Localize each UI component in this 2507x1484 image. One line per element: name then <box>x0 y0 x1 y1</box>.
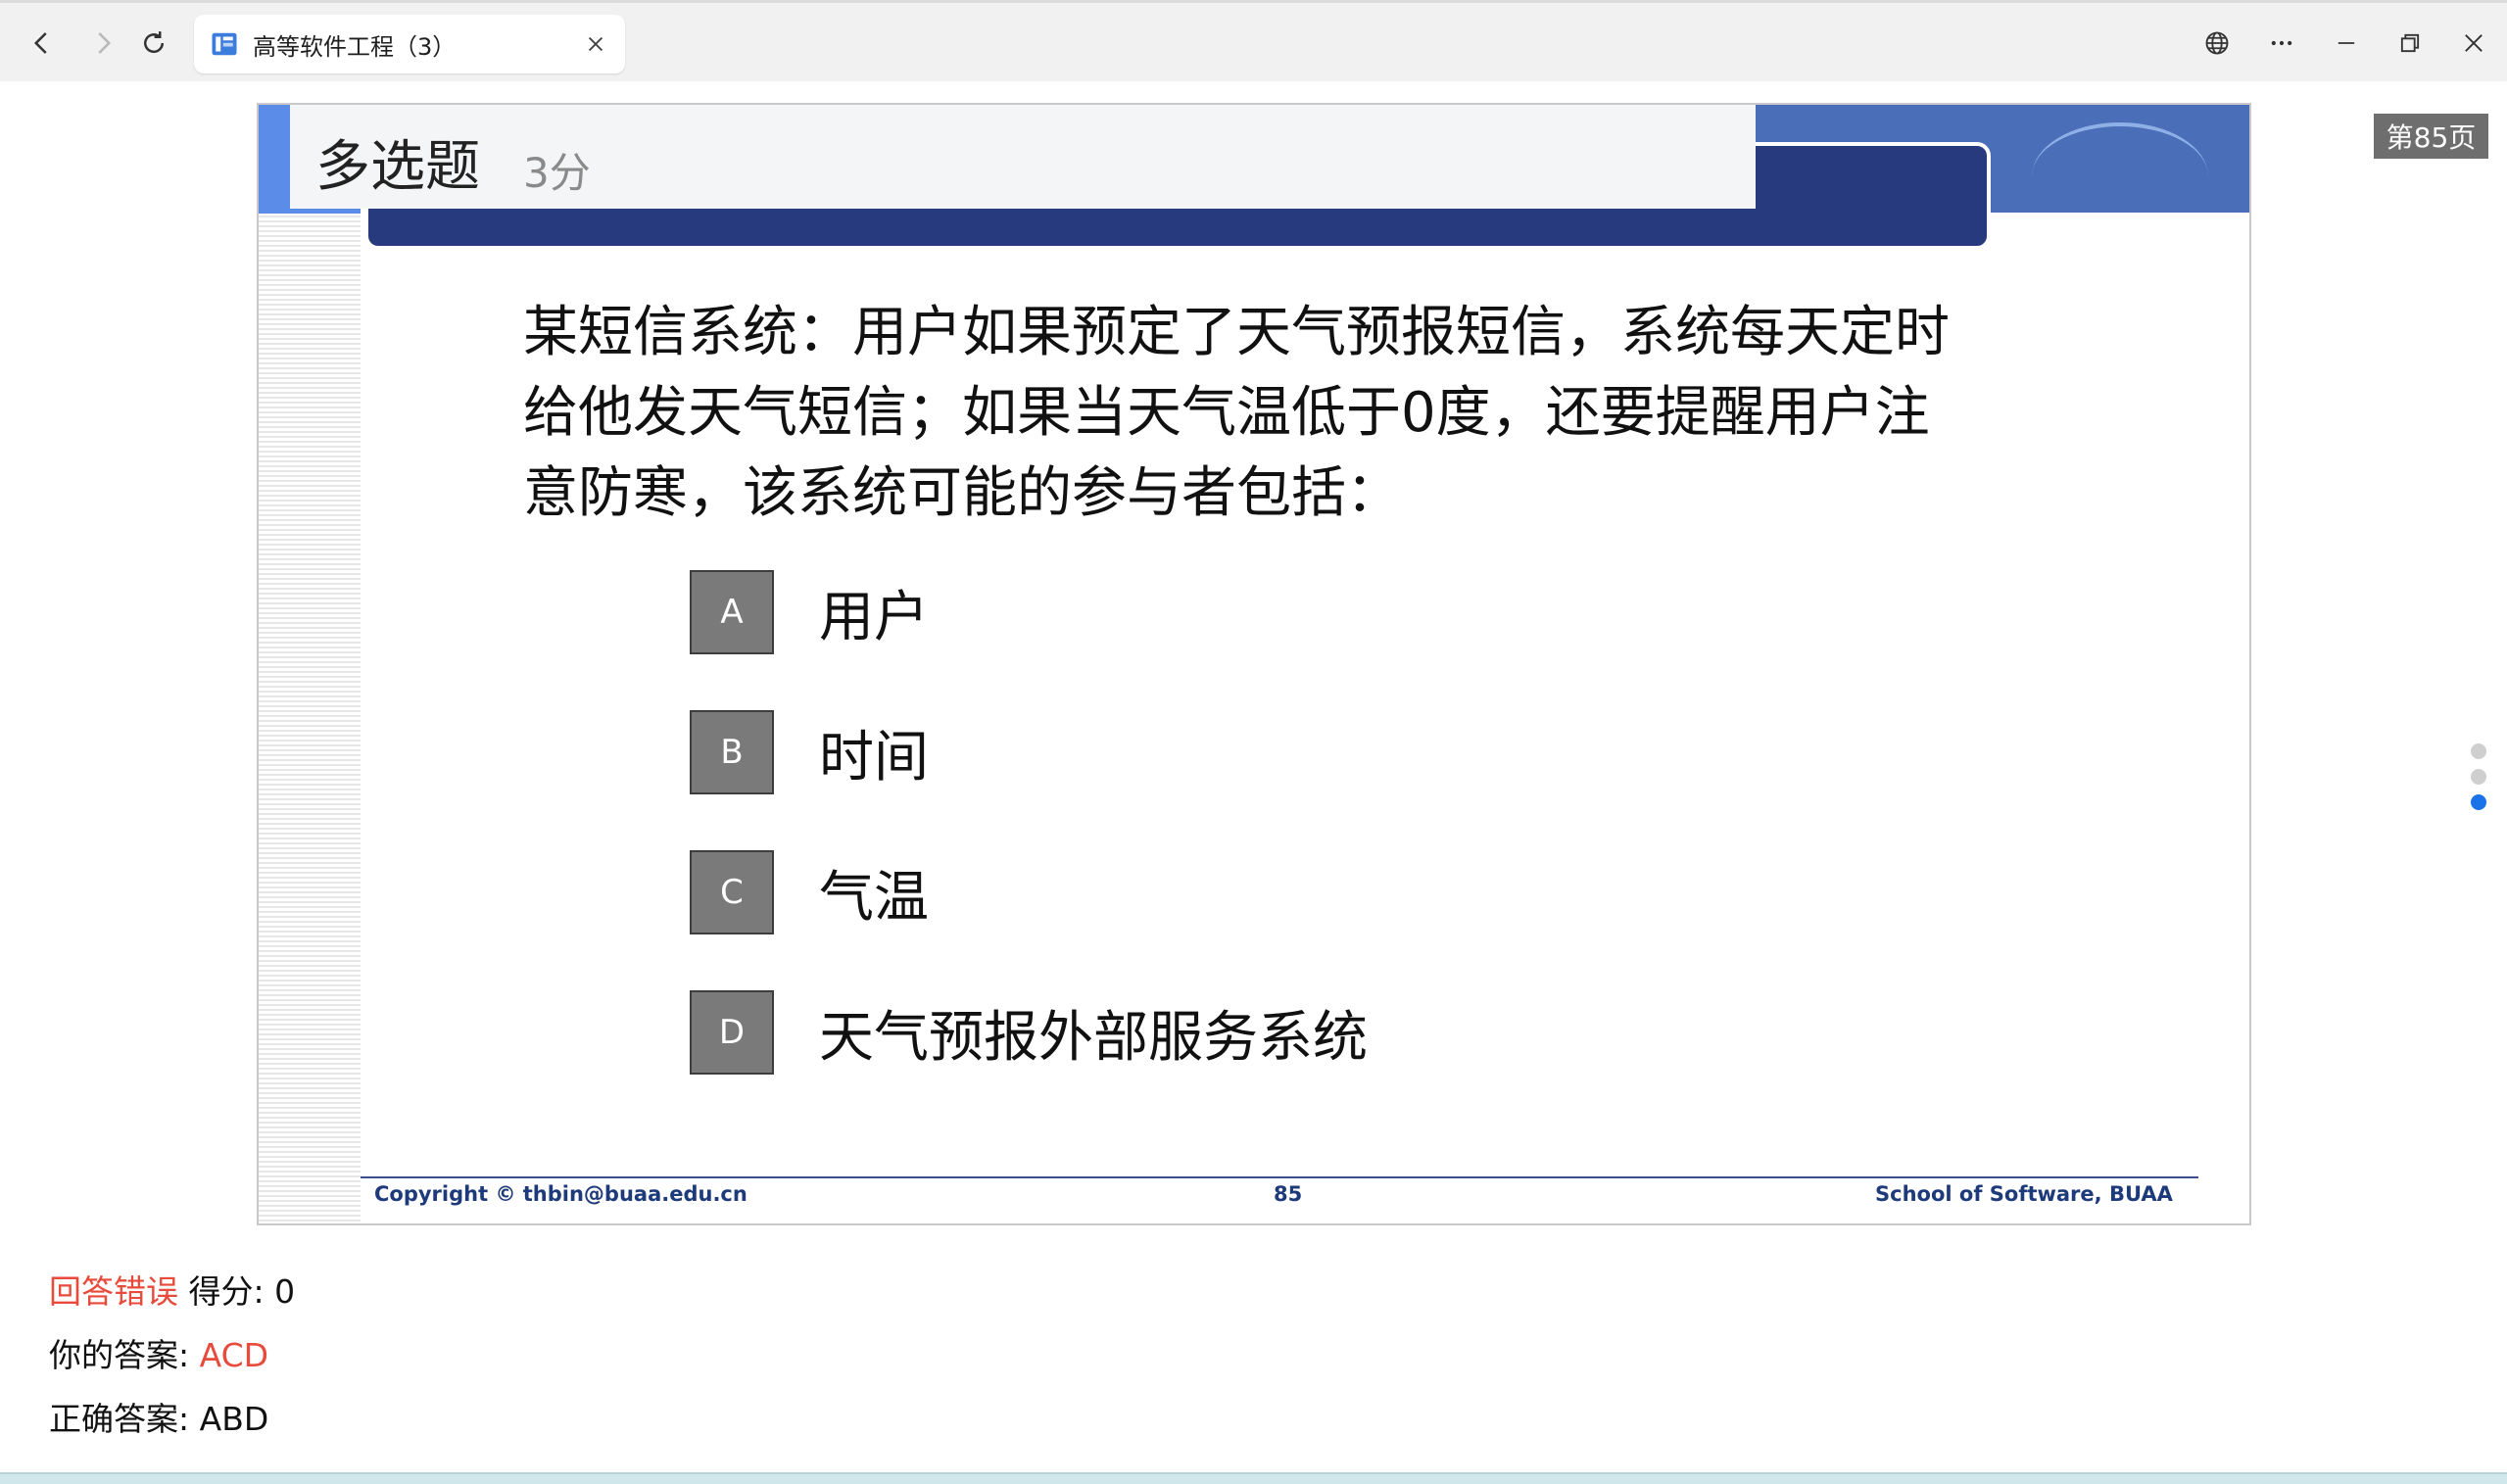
restore-button[interactable] <box>2386 19 2435 68</box>
option-text: 天气预报外部服务系统 <box>819 1005 1368 1070</box>
result-status: 回答错误 <box>49 1272 178 1311</box>
option-text: 用户 <box>819 585 929 649</box>
page-number-badge: 第85页 <box>2374 114 2488 159</box>
reload-button[interactable] <box>129 19 178 68</box>
more-horizontal-icon <box>2271 40 2292 46</box>
pager-dot[interactable] <box>2471 769 2486 785</box>
option-c[interactable]: C 气温 <box>690 850 929 934</box>
slide-side-stripes <box>259 213 361 1223</box>
tab-active[interactable]: 高等软件工程（3） <box>194 15 625 73</box>
minimize-button[interactable] <box>2322 19 2371 68</box>
slide-accent-line <box>259 209 361 214</box>
question-text: 某短信系统：用户如果预定了天气预报短信，系统每天定时 给他发天气短信；如果当天气… <box>523 293 1963 534</box>
correct-answer-label: 正确答案: <box>49 1400 190 1438</box>
option-letter: C <box>690 850 774 934</box>
pager-dot-active[interactable] <box>2471 794 2486 810</box>
slide-footer-page-number: 85 <box>1274 1182 1303 1206</box>
question-line: 意防寒，该系统可能的参与者包括： <box>523 461 1401 525</box>
result-status-line: 回答错误 得分: 0 <box>49 1266 295 1313</box>
globe-icon <box>2205 31 2229 55</box>
document-favicon-icon <box>212 32 237 56</box>
close-window-button[interactable] <box>2449 19 2498 68</box>
your-answer-value: ACD <box>199 1336 269 1374</box>
slide-header-arc <box>2032 122 2208 230</box>
slide-footer-copyright: Copyright © thbin@buaa.edu.cn <box>374 1182 747 1206</box>
reload-icon <box>144 31 165 54</box>
correct-answer-line: 正确答案: ABD <box>49 1393 268 1440</box>
slide: 多选题 3分 某短信系统：用户如果预定了天气预报短信，系统每天定时 给他发天气短… <box>257 103 2251 1225</box>
option-letter: D <box>690 990 774 1075</box>
option-b[interactable]: B 时间 <box>690 710 929 794</box>
your-answer-line: 你的答案: ACD <box>49 1329 268 1376</box>
result-score: 得分: 0 <box>188 1272 296 1311</box>
restore-window-icon <box>2400 33 2420 53</box>
browser-toolbar: 高等软件工程（3） <box>0 0 2507 81</box>
question-line: 给他发天气短信；如果当天气温低于0度，还要提醒用户注 <box>523 381 1930 445</box>
question-type: 多选题 <box>315 135 480 199</box>
option-d[interactable]: D 天气预报外部服务系统 <box>690 990 1368 1075</box>
bottom-edge-bar <box>0 1472 2507 1484</box>
correct-answer-value: ABD <box>199 1400 269 1438</box>
option-letter: A <box>690 570 774 654</box>
language-button[interactable] <box>2193 19 2242 68</box>
close-tab-button[interactable] <box>580 28 611 60</box>
forward-button[interactable] <box>78 19 127 68</box>
your-answer-label: 你的答案: <box>49 1336 190 1374</box>
back-button[interactable] <box>18 19 67 68</box>
option-text: 时间 <box>819 725 929 790</box>
option-text: 气温 <box>819 865 929 930</box>
forward-arrow-icon <box>98 32 112 54</box>
option-letter: B <box>690 710 774 794</box>
close-icon <box>2465 34 2483 52</box>
slide-footer-line <box>361 1176 2198 1178</box>
slide-accent-bar <box>259 105 290 209</box>
option-a[interactable]: A 用户 <box>690 570 929 654</box>
tab-title: 高等软件工程（3） <box>253 32 457 61</box>
more-button[interactable] <box>2257 19 2306 68</box>
back-arrow-icon <box>33 32 47 54</box>
slide-title-box <box>290 105 1756 209</box>
question-line: 某短信系统：用户如果预定了天气预报短信，系统每天定时 <box>523 301 1950 364</box>
pager-dot[interactable] <box>2471 743 2486 759</box>
close-icon <box>588 36 603 52</box>
slide-footer-school: School of Software, BUAA <box>1875 1182 2173 1206</box>
question-score: 3分 <box>523 149 591 197</box>
minimize-icon <box>2338 42 2355 44</box>
